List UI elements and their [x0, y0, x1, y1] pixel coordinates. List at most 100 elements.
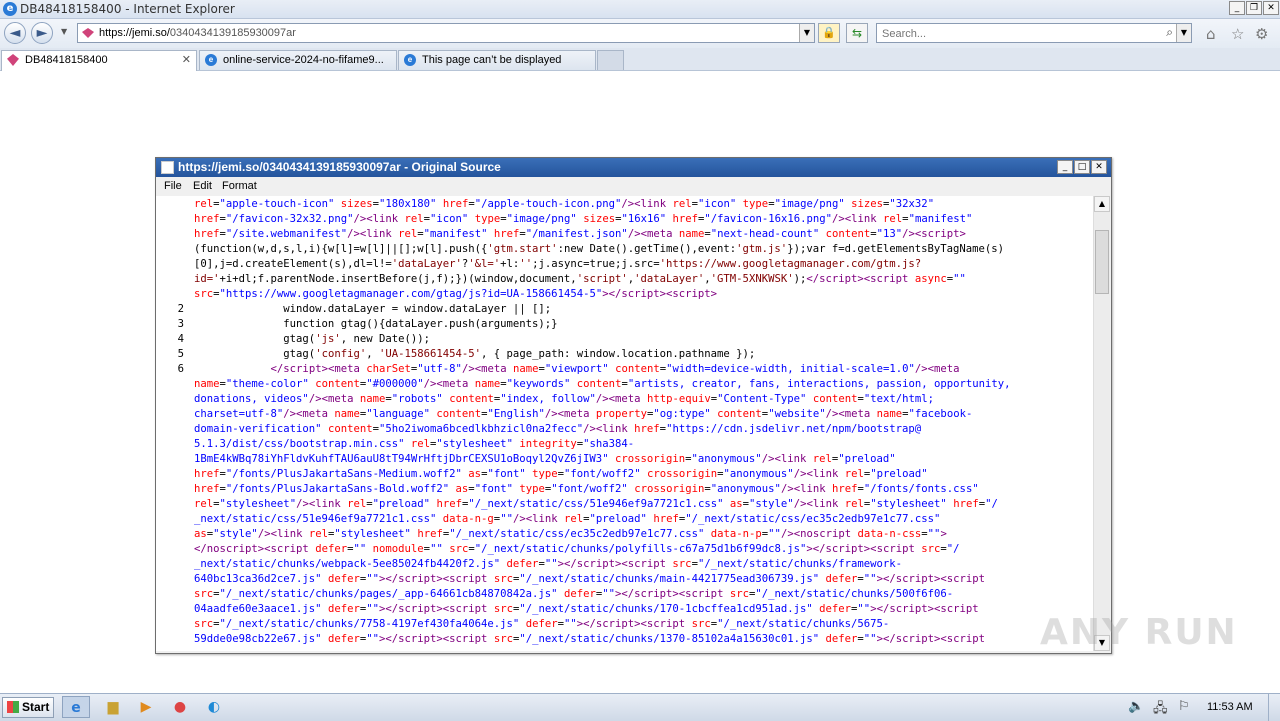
source-close-button[interactable]: ✕ — [1091, 160, 1107, 174]
line-number: 2 — [177, 303, 184, 315]
code-line: rel="stylesheet"/><link rel="preload" hr… — [194, 498, 998, 510]
code-line: as="style"/><link rel="stylesheet" href=… — [194, 528, 947, 540]
line-number: 3 — [177, 318, 184, 330]
code-line: [0],j=d.createElement(s),dl=l!='dataLaye… — [194, 258, 922, 270]
address-bar[interactable]: https://jemi.so/0340434139185930097ar ▼ — [77, 23, 815, 43]
menu-edit[interactable]: Edit — [193, 180, 212, 192]
chrome-taskbar-button[interactable]: ● — [166, 696, 194, 718]
favorites-star-icon[interactable]: ☆ — [1231, 25, 1244, 43]
tab-page-cant-be-displayed[interactable]: e This page can’t be displayed — [398, 50, 596, 70]
window-title: DB48418158400 - Internet Explorer — [20, 2, 235, 16]
source-window: https://jemi.so/0340434139185930097ar - … — [155, 157, 1112, 654]
refresh-icon[interactable]: ⇆ — [846, 23, 868, 43]
clock[interactable]: 11:53 AM — [1207, 701, 1253, 713]
code-line: href="/site.webmanifest"/><link rel="man… — [194, 228, 966, 240]
code-line: 4 gtag('js', new Date()); — [156, 332, 1011, 347]
code-line: 5 gtag('config', 'UA-158661454-5', { pag… — [156, 347, 1011, 362]
code-line: href="/fonts/PlusJakartaSans-Medium.woff… — [194, 468, 928, 480]
windows-flag-icon — [7, 701, 19, 713]
code-line: (function(w,d,s,l,i){w[l]=w[l]||[];w[l].… — [194, 243, 1005, 255]
explorer-taskbar-button[interactable]: ▆ — [99, 696, 127, 718]
ie-icon: e — [205, 54, 217, 66]
browser-title-bar: e DB48418158400 - Internet Explorer _ ❐ … — [0, 0, 1280, 19]
new-tab-button[interactable] — [597, 50, 624, 70]
tab-online-service[interactable]: e online-service-2024-no-fifame9... — [199, 50, 397, 70]
source-code: rel="apple-touch-icon" sizes="180x180" h… — [156, 197, 1011, 647]
speaker-icon[interactable]: 🔈 — [1128, 699, 1144, 714]
vertical-scrollbar[interactable]: ▲ ▼ — [1093, 196, 1110, 651]
code-line: 5.1.3/dist/css/bootstrap.min.css" rel="s… — [194, 438, 635, 450]
back-button[interactable]: ◄ — [4, 22, 26, 44]
code-line: donations, videos"/><meta name="robots" … — [194, 393, 935, 405]
scroll-up-icon[interactable]: ▲ — [1094, 196, 1110, 212]
close-button[interactable]: ✕ — [1263, 1, 1279, 15]
search-box[interactable]: ⌕ ▼ — [876, 23, 1192, 43]
edge-taskbar-button[interactable]: ◐ — [200, 696, 228, 718]
ie-icon: e — [404, 54, 416, 66]
source-maximize-button[interactable]: □ — [1074, 160, 1090, 174]
menu-file[interactable]: File — [164, 180, 182, 192]
media-player-icon: ▶ — [140, 699, 152, 715]
search-icon[interactable]: ⌕ — [1166, 25, 1173, 40]
source-window-title-bar: https://jemi.so/0340434139185930097ar - … — [156, 158, 1111, 177]
code-line: src="/_next/static/chunks/7758-4197ef430… — [194, 618, 890, 630]
explorer-icon: ▆ — [107, 699, 119, 715]
tab-label: This page can’t be displayed — [422, 54, 562, 66]
media-player-taskbar-button[interactable]: ▶ — [132, 696, 160, 718]
ie-icon: e — [71, 700, 81, 716]
restore-button[interactable]: ❐ — [1246, 1, 1262, 15]
code-line: 2 window.dataLayer = window.dataLayer ||… — [156, 302, 1011, 317]
source-minimize-button[interactable]: _ — [1057, 160, 1073, 174]
menu-format[interactable]: Format — [222, 180, 257, 192]
minimize-button[interactable]: _ — [1229, 1, 1245, 15]
code-line: src="https://www.googletagmanager.com/gt… — [194, 288, 718, 300]
gem-icon — [7, 54, 19, 66]
code-line: 1BmE4kWBq78iYhFldvKuhfTAU6auU8tT94WrHftj… — [194, 453, 896, 465]
code-line: name="theme-color" content="#000000"/><m… — [194, 378, 1011, 390]
ie-logo-icon: e — [3, 2, 17, 16]
code-line: 59dde0e98cb22e67.js" defer=""></script><… — [194, 633, 985, 645]
tab-label: online-service-2024-no-fifame9... — [223, 54, 384, 66]
address-dropdown-icon[interactable]: ▼ — [799, 24, 814, 42]
start-label: Start — [22, 700, 50, 714]
scrollbar-thumb[interactable] — [1095, 230, 1109, 294]
close-tab-icon[interactable]: ✕ — [182, 51, 191, 69]
code-line: charset=utf-8"/><meta name="language" co… — [194, 408, 973, 420]
code-line: href="/favicon-32x32.png"/><link rel="ic… — [194, 213, 973, 225]
search-dropdown-icon[interactable]: ▼ — [1176, 24, 1191, 42]
code-line: 640bc13ca36d2ce7.js" defer=""></script><… — [194, 573, 985, 585]
site-favicon-icon — [82, 28, 94, 38]
navigation-bar: ◄ ► ▼ https://jemi.so/034043413918593009… — [0, 19, 1280, 48]
code-line: href="/fonts/PlusJakartaSans-Bold.woff2"… — [194, 483, 979, 495]
taskbar: Start e ▆ ▶ ● ◐ 🔈 🖧 ⚐ 11:53 AM — [0, 693, 1280, 721]
start-button[interactable]: Start — [2, 697, 54, 718]
search-input[interactable] — [880, 25, 1154, 43]
source-window-title: https://jemi.so/0340434139185930097ar - … — [178, 160, 501, 174]
forward-button[interactable]: ► — [31, 22, 53, 44]
tab-label: DB48418158400 — [25, 54, 108, 66]
anyrun-watermark: ANY RUN — [1040, 612, 1238, 653]
tab-db48418158400[interactable]: DB48418158400 ✕ — [1, 50, 197, 71]
line-number: 6 — [177, 363, 184, 375]
code-line: 3 function gtag(){dataLayer.push(argumen… — [156, 317, 1011, 332]
url-host: https://jemi.so/ — [99, 27, 170, 39]
source-code-view[interactable]: rel="apple-touch-icon" sizes="180x180" h… — [156, 196, 1094, 651]
url-path: 0340434139185930097ar — [169, 27, 296, 39]
code-line: id='+i+dl;f.parentNode.insertBefore(j,f)… — [194, 273, 966, 285]
code-line: domain-verification" content="5ho2iwoma6… — [194, 423, 922, 435]
line-number: 5 — [177, 348, 184, 360]
action-center-flag-icon[interactable]: ⚐ — [1178, 699, 1190, 714]
network-icon[interactable]: 🖧 — [1153, 699, 1168, 721]
history-dropdown-icon[interactable]: ▼ — [61, 27, 67, 36]
code-line: src="/_next/static/chunks/pages/_app-646… — [194, 588, 954, 600]
code-line: 04aadfe60e3aace1.js" defer=""></script><… — [194, 603, 979, 615]
source-menu-bar: File Edit Format — [156, 177, 1111, 195]
forward-arrow-icon: ► — [36, 25, 48, 41]
lock-icon[interactable]: 🔒 — [818, 23, 840, 43]
code-line: </noscript><script defer="" nomodule="" … — [194, 543, 960, 555]
edge-icon: ◐ — [207, 699, 221, 715]
gear-icon[interactable]: ⚙ — [1255, 25, 1268, 43]
show-desktop-button[interactable] — [1268, 694, 1280, 721]
home-icon[interactable]: ⌂ — [1206, 25, 1216, 43]
ie-taskbar-button[interactable]: e — [62, 696, 90, 718]
